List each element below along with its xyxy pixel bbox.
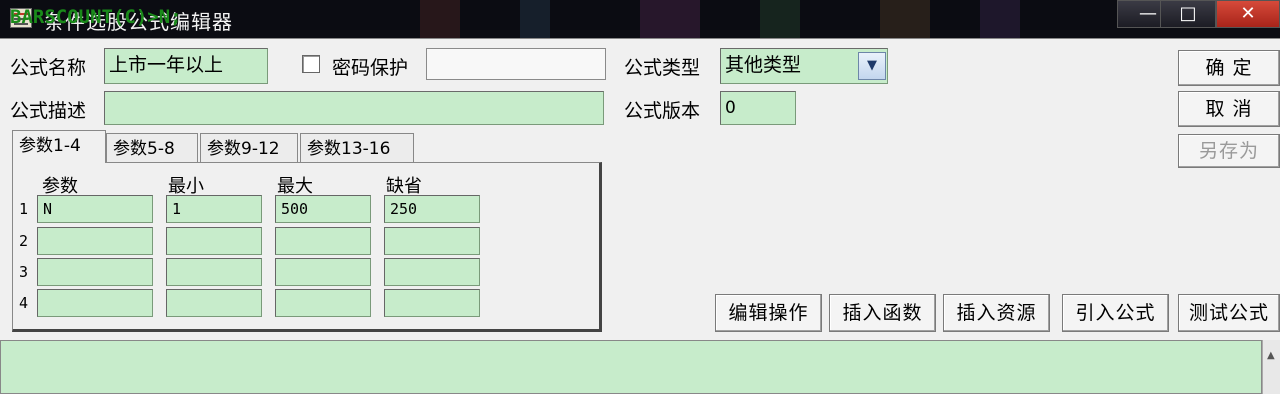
param-name-field[interactable] — [37, 258, 153, 286]
cell-value — [38, 263, 43, 281]
row-index: 2 — [19, 232, 29, 250]
cell-value: N — [43, 200, 53, 218]
param-default-field[interactable] — [384, 258, 480, 286]
formula-version-value: 0 — [725, 98, 736, 118]
import-formula-button[interactable]: 引入公式 — [1062, 294, 1169, 332]
param-min-field[interactable] — [166, 289, 262, 317]
password-input[interactable] — [426, 48, 606, 80]
tab-params-9-12[interactable]: 参数9-12 — [200, 133, 298, 163]
param-min-field[interactable] — [166, 227, 262, 255]
cell-value — [276, 294, 281, 312]
cell-value — [38, 232, 43, 250]
cell-value: 500 — [281, 200, 309, 218]
maximize-button[interactable]: □ — [1160, 0, 1216, 28]
cell-value: 1 — [172, 200, 182, 218]
param-default-field[interactable] — [384, 289, 480, 317]
param-min-field[interactable] — [166, 258, 262, 286]
formula-name-label: 公式名称 — [10, 57, 87, 79]
cell-value — [276, 263, 281, 281]
formula-editor[interactable] — [0, 340, 1262, 394]
cell-value — [385, 232, 390, 250]
formula-name-input[interactable]: 上市一年以上 — [104, 48, 268, 84]
password-checkbox[interactable] — [302, 55, 320, 73]
formula-name-value: 上市一年以上 — [109, 54, 224, 76]
cell-value — [167, 232, 172, 250]
param-name-field[interactable] — [37, 227, 153, 255]
formula-code: BARSCOUNT(C)>N; — [10, 6, 182, 28]
close-button[interactable]: ✕ — [1216, 0, 1280, 28]
editor-scrollbar[interactable]: ▲ — [1262, 340, 1280, 394]
chevron-down-icon[interactable]: ▼ — [858, 52, 886, 80]
tab-params-13-16[interactable]: 参数13-16 — [300, 133, 414, 163]
formula-version-label: 公式版本 — [624, 100, 701, 122]
cell-value — [167, 294, 172, 312]
param-min-field[interactable]: 1 — [166, 195, 262, 223]
formula-version-input[interactable]: 0 — [720, 91, 796, 125]
save-as-button[interactable]: 另存为 — [1178, 134, 1280, 168]
tab-params-1-4[interactable]: 参数1-4 — [12, 130, 106, 163]
tab-params-5-8[interactable]: 参数5-8 — [106, 133, 198, 163]
cell-value — [167, 263, 172, 281]
param-max-field[interactable] — [275, 289, 371, 317]
row-index: 1 — [19, 200, 29, 218]
cell-value: 250 — [390, 200, 418, 218]
row-index: 3 — [19, 263, 29, 281]
cell-value — [276, 232, 281, 250]
cancel-button[interactable]: 取 消 — [1178, 91, 1280, 127]
param-max-field[interactable]: 500 — [275, 195, 371, 223]
formula-desc-label: 公式描述 — [10, 100, 87, 122]
row-index: 4 — [19, 294, 29, 312]
param-name-field[interactable] — [37, 289, 153, 317]
param-default-field[interactable] — [384, 227, 480, 255]
password-label: 密码保护 — [332, 57, 409, 79]
scroll-up-icon[interactable]: ▲ — [1267, 350, 1275, 361]
formula-desc-input[interactable] — [104, 91, 604, 125]
param-max-field[interactable] — [275, 227, 371, 255]
param-default-field[interactable]: 250 — [384, 195, 480, 223]
cell-value — [38, 294, 43, 312]
test-formula-button[interactable]: 测试公式 — [1178, 294, 1280, 332]
param-max-field[interactable] — [275, 258, 371, 286]
cell-value — [385, 263, 390, 281]
param-name-field[interactable]: N — [37, 195, 153, 223]
insert-function-button[interactable]: 插入函数 — [829, 294, 936, 332]
insert-resource-button[interactable]: 插入资源 — [943, 294, 1050, 332]
cell-value — [385, 294, 390, 312]
formula-type-label: 公式类型 — [624, 57, 701, 79]
edit-ops-button[interactable]: 编辑操作 — [715, 294, 822, 332]
ok-button[interactable]: 确 定 — [1178, 50, 1280, 86]
